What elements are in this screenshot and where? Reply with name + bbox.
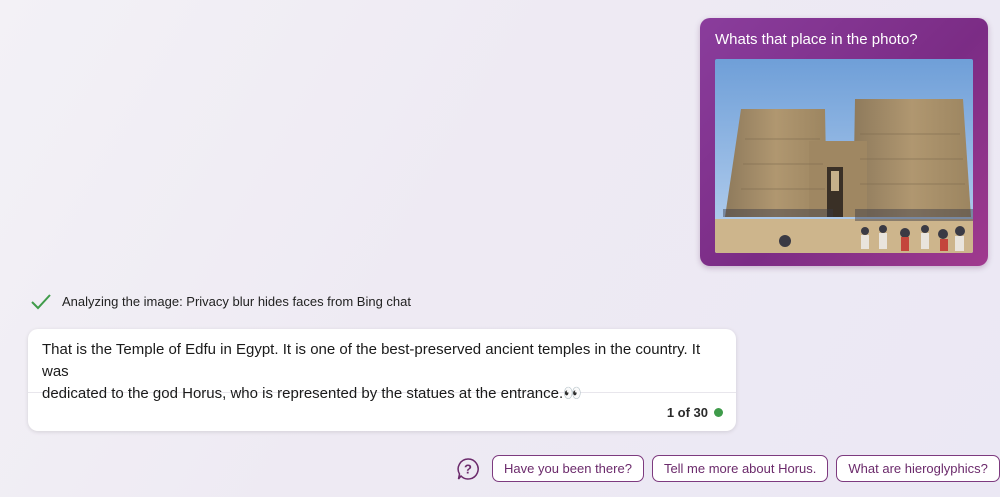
uploaded-photo[interactable] [715,59,973,253]
bot-message-line: That is the Temple of Edfu in Egypt. It … [42,341,701,380]
analysis-status-text: Analyzing the image: Privacy blur hides … [62,293,412,309]
suggestion-chip-hieroglyphics[interactable]: What are hieroglyphics? [836,455,1000,482]
status-dot-icon [714,407,723,417]
check-icon [30,290,52,312]
bot-message-card: That is the Temple of Edfu in Egypt. It … [28,329,736,431]
chat-page: Whats that place in the photo? Analyzing… [0,0,1000,497]
bot-message-text: That is the Temple of Edfu in Egypt. It … [28,329,736,402]
suggestion-chip-horus[interactable]: Tell me more about Horus. [651,455,829,482]
user-message-text: Whats that place in the photo? [715,31,918,48]
suggestion-bar: ? Have you been there? Tell me more abou… [456,455,1000,482]
turn-counter: 1 of 30 [666,404,708,420]
analysis-status: Analyzing the image: Privacy blur hides … [30,290,411,312]
svg-text:?: ? [464,461,472,476]
user-message-bubble: Whats that place in the photo? [700,18,988,266]
question-icon[interactable]: ? [456,457,480,481]
suggestion-chip-been-there[interactable]: Have you been there? [492,455,644,482]
